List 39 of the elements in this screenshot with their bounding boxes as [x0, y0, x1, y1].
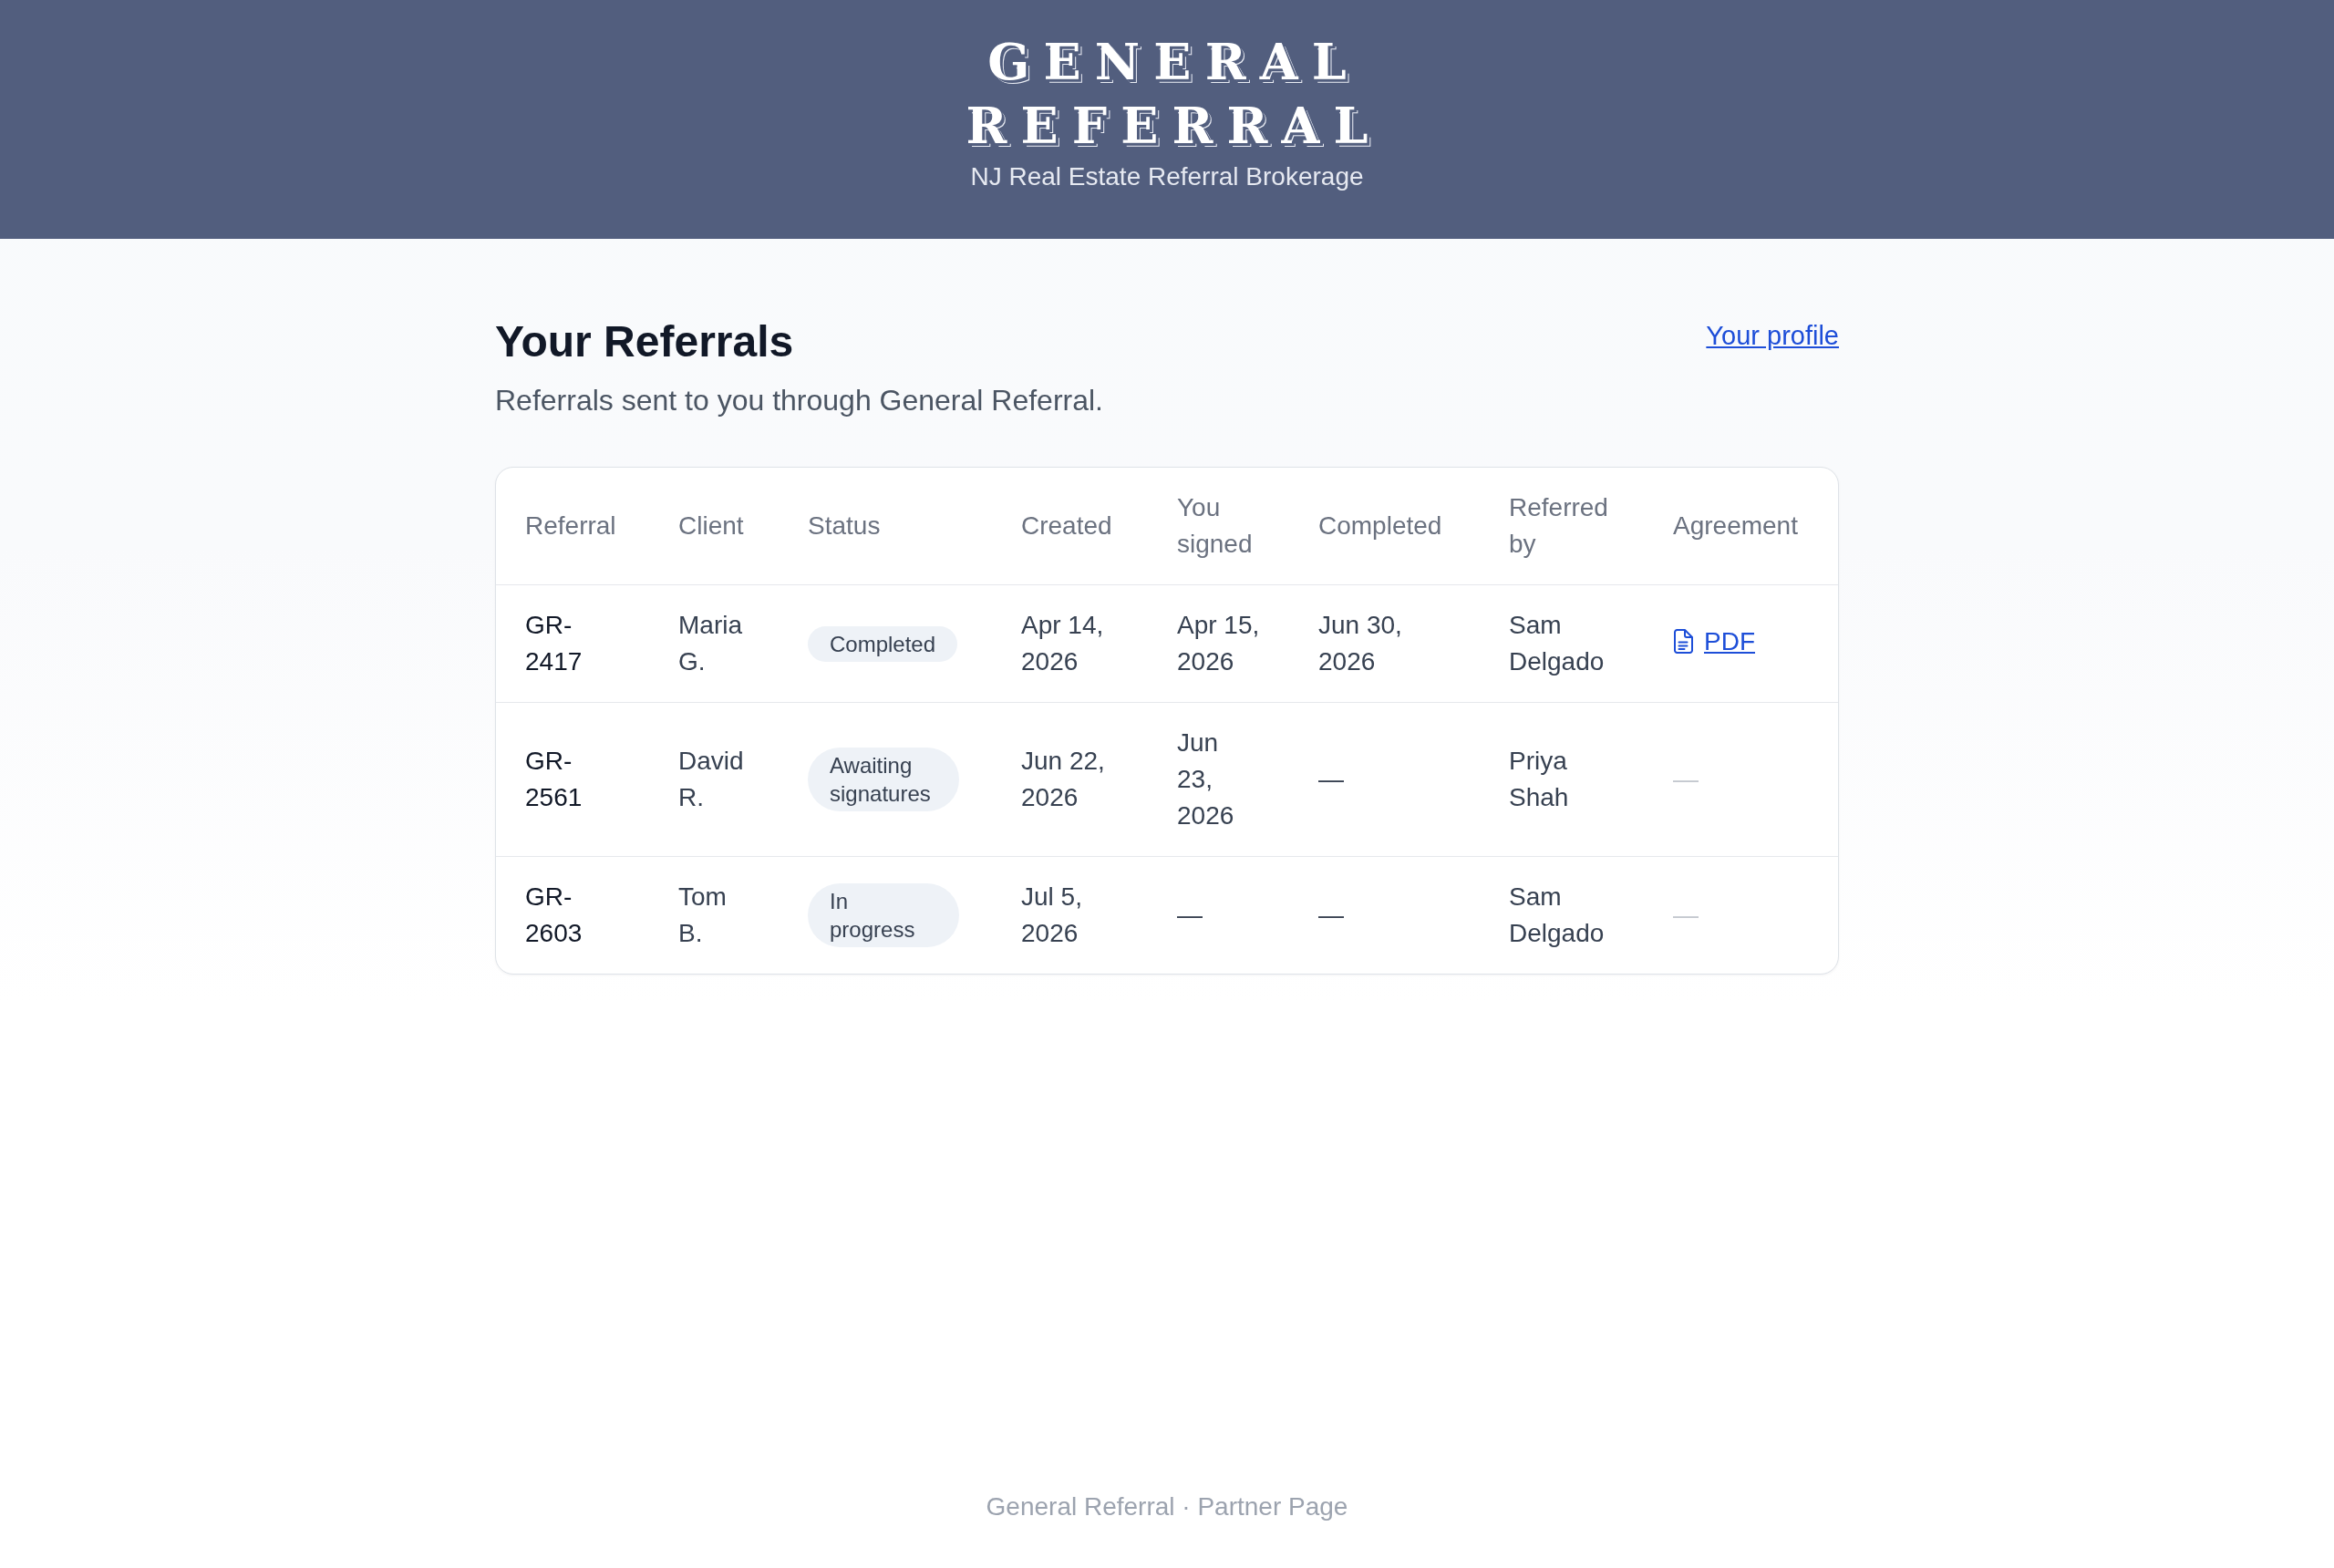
column-header: Created: [1021, 511, 1112, 540]
completed-date: Jun 30, 2026: [1318, 611, 1402, 676]
column-header: Client: [678, 511, 744, 540]
agreement-dash: —: [1673, 765, 1699, 793]
signed-date: —: [1177, 901, 1203, 929]
referral-id: GR-2561: [525, 747, 583, 811]
referrer-name: Sam Delgado: [1509, 882, 1605, 947]
column-header: Referral: [525, 511, 616, 540]
agreement-dash: —: [1673, 901, 1699, 929]
status-badge: Completed: [808, 626, 958, 662]
client-name: David R.: [678, 747, 744, 811]
created-date: Apr 14, 2026: [1021, 611, 1104, 676]
brand-title: GENERAL REFERRAL: [965, 32, 1383, 157]
page-description: Referrals sent to you through General Referral.: [495, 383, 1104, 418]
referrer-name: Sam Delgado: [1509, 611, 1605, 676]
page-title: Your Referrals: [495, 316, 794, 367]
pdf-link[interactable]: PDF: [1673, 623, 1755, 660]
status-badge: Awaiting signatures: [808, 748, 959, 811]
client-name: Tom B.: [678, 882, 727, 947]
column-header: Status: [808, 511, 881, 540]
status-badge: In progress: [808, 883, 959, 947]
referrer-name: Priya Shah: [1509, 747, 1569, 811]
created-date: Jul 5, 2026: [1021, 882, 1082, 947]
completed-date: —: [1318, 901, 1344, 929]
referral-id: GR-2417: [525, 611, 583, 676]
created-date: Jun 22, 2026: [1021, 747, 1105, 811]
column-header: Agreement: [1673, 511, 1798, 540]
signed-date: Apr 15, 2026: [1177, 611, 1260, 676]
completed-date: —: [1318, 765, 1344, 793]
client-name: Maria G.: [678, 611, 742, 676]
footer-text: General Referral · Partner Page: [985, 1491, 1349, 1522]
column-header: Completed: [1318, 511, 1442, 540]
column-header: You signed: [1177, 493, 1253, 558]
profile-link[interactable]: Your profile: [1706, 317, 1839, 354]
signed-date: Jun 23, 2026: [1177, 728, 1234, 830]
referral-id: GR-2603: [525, 882, 583, 947]
brand-tagline: NJ Real Estate Referral Brokerage: [969, 161, 1365, 192]
document-icon: [1673, 629, 1693, 655]
column-header: Referred by: [1509, 493, 1608, 558]
